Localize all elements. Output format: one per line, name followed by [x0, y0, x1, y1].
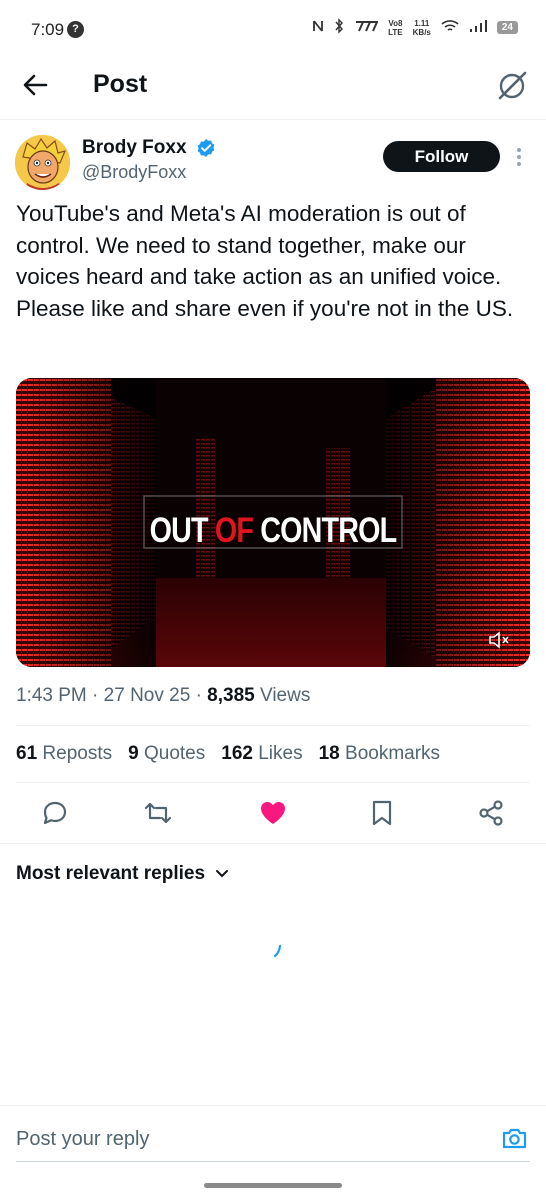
status-time: 7:09	[31, 20, 65, 39]
grok-button[interactable]	[496, 68, 530, 102]
divider	[0, 1105, 546, 1106]
like-button[interactable]	[258, 798, 288, 828]
status-bar: 7:09 ? Vo8 LTE 1.11 KB/s 24	[0, 0, 546, 56]
camera-button[interactable]	[501, 1125, 528, 1151]
avatar[interactable]	[15, 135, 70, 190]
arrow-left-icon	[23, 74, 48, 96]
back-button[interactable]	[20, 70, 54, 100]
replies-sort-label: Most relevant replies	[16, 863, 206, 884]
heart-filled-icon	[261, 802, 285, 824]
more-options-icon[interactable]	[513, 148, 525, 168]
volte-indicator: Vo8 LTE	[388, 18, 403, 37]
reply-icon	[43, 801, 67, 825]
tweet-meta: 1:43 PM · 27 Nov 25 · 8,385 Views	[16, 685, 311, 706]
gesture-nav-handle[interactable]	[204, 1183, 342, 1188]
engagement-stats: 61 Reposts 9 Quotes 162 Likes 18 Bookmar…	[16, 743, 456, 765]
quotes-stat[interactable]: 9 Quotes	[128, 743, 205, 765]
page-title: Post	[93, 70, 148, 98]
repost-icon	[144, 802, 172, 824]
share-icon	[479, 800, 503, 826]
repost-button[interactable]	[143, 798, 173, 828]
grok-icon	[498, 71, 527, 100]
loading-spinner-icon	[272, 944, 284, 958]
views-count: 8,385	[207, 685, 255, 706]
battery-icon: 24	[496, 21, 518, 34]
carrier-icon	[354, 20, 379, 35]
net-speed: 1.11 KB/s	[412, 18, 431, 37]
chevron-down-icon	[216, 870, 229, 878]
wifi-icon	[441, 19, 459, 36]
tweet-date: 27 Nov 25	[103, 685, 191, 706]
verified-badge-icon	[196, 138, 216, 158]
reposts-stat[interactable]: 61 Reposts	[16, 743, 112, 765]
likes-stat[interactable]: 162 Likes	[221, 743, 302, 765]
notification-icon: ?	[67, 21, 84, 38]
signal-icon	[469, 19, 487, 36]
reply-input[interactable]	[16, 1122, 486, 1156]
video-media[interactable]: OUT OF CONTROL	[16, 378, 530, 667]
mute-button[interactable]	[488, 631, 510, 649]
status-icons: Vo8 LTE 1.11 KB/s 24	[312, 18, 518, 37]
nfc-icon	[312, 19, 324, 36]
video-title-text: OUT OF CONTROL	[149, 511, 398, 550]
divider	[16, 725, 530, 726]
action-bar	[0, 798, 546, 830]
share-button[interactable]	[476, 798, 506, 828]
bookmarks-stat[interactable]: 18 Bookmarks	[319, 743, 440, 765]
tweet-text: YouTube's and Meta's AI moderation is ou…	[16, 201, 514, 321]
header-divider	[0, 119, 546, 120]
follow-button[interactable]: Follow	[383, 141, 500, 172]
divider	[16, 782, 530, 783]
views-label[interactable]: Views	[260, 685, 310, 706]
camera-icon	[502, 1128, 527, 1149]
author-handle[interactable]: @BrodyFoxx	[82, 162, 186, 183]
divider	[0, 843, 546, 844]
replies-sort-dropdown[interactable]: Most relevant replies	[16, 863, 229, 885]
app-header: Post	[0, 56, 546, 116]
speaker-muted-icon	[489, 631, 509, 649]
bluetooth-icon	[334, 18, 344, 37]
bookmark-button[interactable]	[367, 798, 397, 828]
reply-button[interactable]	[40, 798, 70, 828]
author-name[interactable]: Brody Foxx	[82, 137, 187, 159]
bookmark-icon	[372, 800, 392, 826]
tweet-time: 1:43 PM	[16, 685, 87, 706]
composer-underline	[16, 1161, 530, 1162]
